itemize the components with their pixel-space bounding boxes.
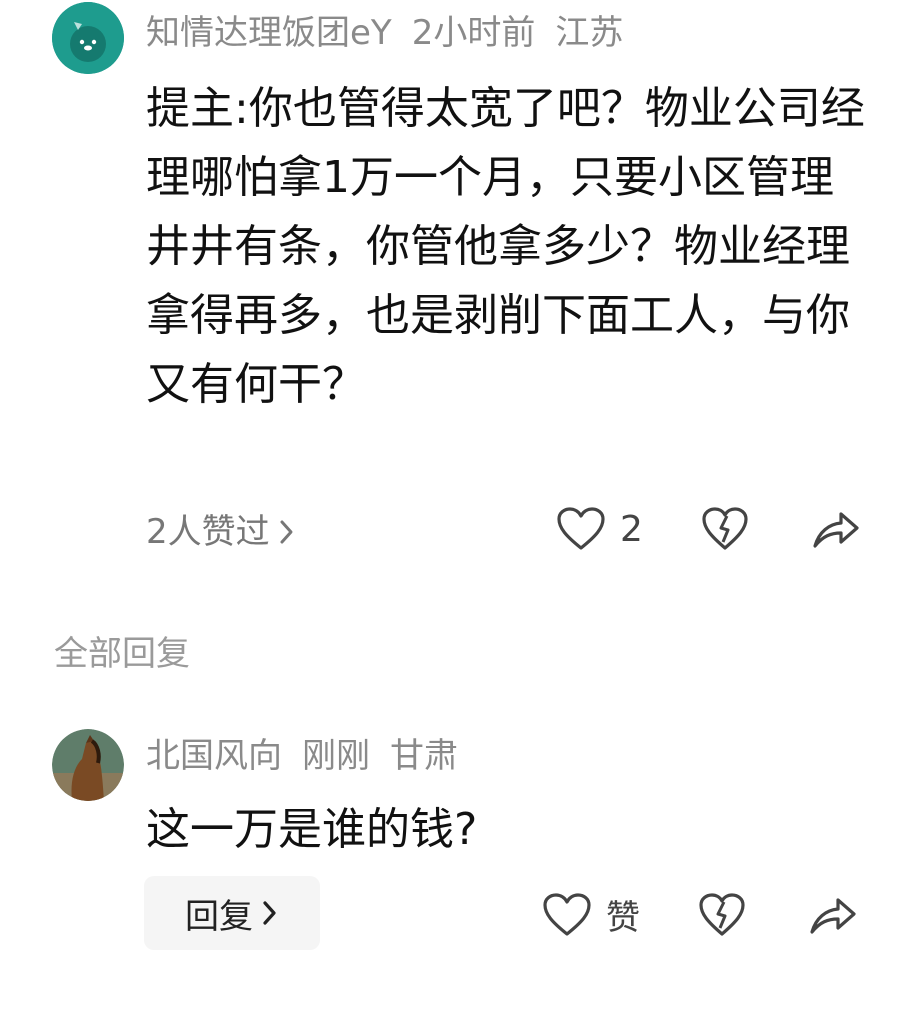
share-arrow-icon [810,897,856,934]
reply-like-button[interactable]: 赞 [542,890,640,939]
reply-location: 甘肃 [390,736,458,776]
dislike-button[interactable] [701,506,749,552]
reply-button-label: 回复 [185,896,253,937]
heart-outline-icon [543,892,591,936]
likers-text: 2人赞过 [146,512,270,552]
comment-actions: 2 [556,506,861,552]
all-replies-title: 全部回复 [54,634,190,674]
reply-like-label: 赞 [606,898,640,938]
comment-location: 江苏 [555,13,624,53]
reply-username[interactable]: 北国风向 [146,736,282,776]
chevron-right-icon [263,901,276,925]
comment-time: 2小时前 [411,13,536,53]
like-button[interactable]: 2 [556,506,643,552]
reply-button[interactable]: 回复 [144,876,320,950]
comment-avatar[interactable] [52,2,124,74]
share-arrow-icon [813,512,859,548]
bear-avatar-icon [52,2,124,74]
like-count: 2 [620,508,643,550]
reply-dislike-button[interactable] [698,892,746,938]
reply-meta: 北国风向 刚刚 甘肃 [146,736,478,776]
reply-text: 这一万是谁的钱? [146,804,478,855]
comment-text: 提主:你也管得太宽了吧？物业公司经理哪怕拿1万一个月，只要小区管理井井有条，你管… [146,83,865,410]
reply-share-button[interactable] [808,892,858,938]
likers-link[interactable]: 2人赞过 [146,512,296,552]
reply-avatar[interactable] [52,729,124,801]
reply-actions: 赞 [542,890,858,939]
broken-heart-icon [699,892,745,936]
share-button[interactable] [811,506,861,552]
comment-username[interactable]: 知情达理饭团eY [146,13,392,53]
reply-time: 刚刚 [302,736,370,776]
comment-meta: 知情达理饭团eY 2小时前 江苏 [146,13,643,53]
broken-heart-icon [702,507,748,550]
heart-outline-icon [557,507,605,550]
horse-avatar-icon [52,729,124,801]
chevron-right-icon [280,520,293,544]
